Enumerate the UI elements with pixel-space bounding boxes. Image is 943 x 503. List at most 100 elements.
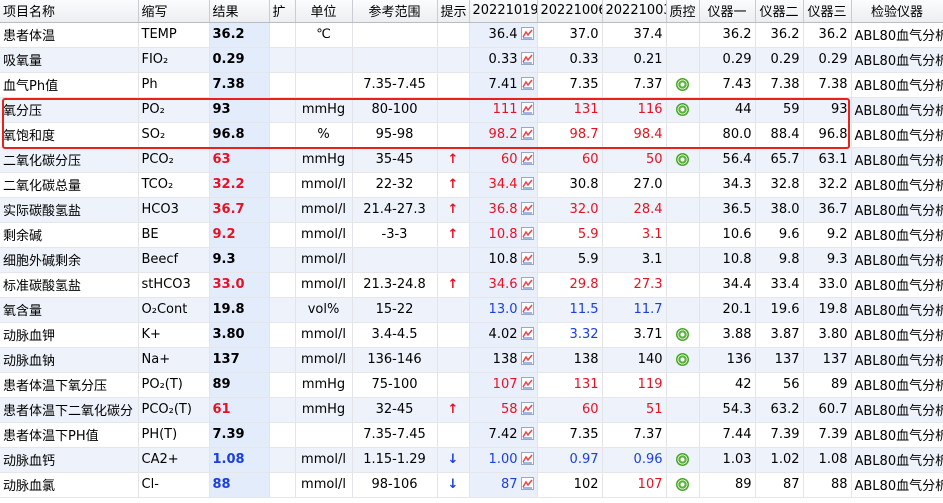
trend-chart-icon[interactable]: [520, 202, 534, 215]
trend-chart-icon[interactable]: [520, 252, 534, 265]
history-20221006-cell: 11.5: [537, 297, 603, 323]
col-header-range[interactable]: 参考范围: [352, 0, 438, 23]
history-value: 34.4: [488, 177, 518, 192]
trend-chart-icon[interactable]: [520, 27, 534, 40]
trend-chart-icon[interactable]: [520, 227, 534, 240]
table-row[interactable]: 动脉血钙 CA2+ 1.08 mmol/l 1.15-1.29 ↓ 1.00 0.97 0.96…: [0, 447, 943, 473]
history-20221003-cell: 51: [602, 397, 667, 423]
qc-target-icon[interactable]: [676, 78, 689, 91]
trend-chart-icon[interactable]: [520, 127, 534, 140]
instrument-cell: ABL80血气分析: [851, 22, 943, 48]
col-header-20221003[interactable]: 20221003: [602, 0, 667, 23]
col-header-result[interactable]: 结果: [209, 0, 270, 23]
table-row[interactable]: 细胞外碱剩余 Beecf 9.3 mmol/l 10.8 5.9 3.1 10.8 9.8 9.3…: [0, 247, 943, 273]
qc-target-icon[interactable]: [676, 478, 689, 491]
trend-chart-icon[interactable]: [520, 277, 534, 290]
unit-cell: %: [295, 122, 353, 148]
table-row[interactable]: 二氧化碳分压 PCO₂ 63 mmHg 35-45 ↑ 60 60 50 56.4 65.7 63.1…: [0, 147, 943, 173]
history-20221006-cell: 7.35: [537, 422, 603, 448]
abbr-cell: HCO3: [138, 197, 210, 223]
table-row[interactable]: 实际碳酸氢盐 HCO3 36.7 mmol/l 21.4-27.3 ↑ 36.8 32.0 28…: [0, 197, 943, 223]
col-header-instrument[interactable]: 检验仪器: [851, 0, 943, 23]
table-row[interactable]: 患者体温下氧分压 PO₂(T) 89 mmHg 75-100 107 131 119 42 56 8…: [0, 372, 943, 398]
result-cell: 36.2: [209, 22, 270, 48]
col-header-device1[interactable]: 仪器一: [699, 0, 756, 23]
device2-cell: 9.8: [755, 247, 804, 273]
result-cell: 1.08: [209, 447, 270, 473]
result-cell: 36.7: [209, 197, 270, 223]
item-name-cell: 氧饱和度: [0, 122, 139, 148]
trend-chart-icon[interactable]: [520, 452, 534, 465]
trend-chart-icon[interactable]: [520, 302, 534, 315]
table-row[interactable]: 二氧化碳总量 TCO₂ 32.2 mmol/l 22-32 ↑ 34.4 30.8 27.0 34…: [0, 172, 943, 198]
table-row[interactable]: 患者体温 TEMP 36.2 ℃ 36.4 37.0 37.4 36.2 36.2 36.2 ABL…: [0, 22, 943, 48]
table-row[interactable]: 吸氧量 FIO₂ 0.29 0.33 0.33 0.21 0.29 0.29 0.29 ABL80…: [0, 47, 943, 73]
table-row[interactable]: 氧饱和度 SO₂ 96.8% 95-98 98.2 98.7 98.4 80.0 88.4 96.…: [0, 122, 943, 148]
trend-chart-icon[interactable]: [520, 377, 534, 390]
col-header-20221019[interactable]: 20221019: [469, 0, 538, 23]
history-20221019-cell: 36.4: [469, 22, 538, 48]
trend-chart-icon[interactable]: [520, 352, 534, 365]
device1-cell: 10.6: [699, 222, 756, 248]
table-row[interactable]: 动脉血氯 Cl- 88 mmol/l 98-106 ↓ 87 102 107 89 87 88 ABL8…: [0, 472, 943, 498]
device2-cell: 19.6: [755, 297, 804, 323]
result-cell: 3.80: [209, 322, 270, 348]
col-header-device2[interactable]: 仪器二: [755, 0, 804, 23]
history-value: 10.8: [488, 227, 518, 242]
table-header-row: 项目名称 缩写 结果 扩 单位 参考范围 提示 20221019 2022100…: [0, 0, 943, 23]
history-value: 87: [500, 477, 518, 492]
col-header-unit[interactable]: 单位: [295, 0, 353, 23]
table-row[interactable]: 剩余碱 BE 9.2 mmol/l -3-3 ↑ 10.8 5.9 3.1 10.6 9.6 9.2 A…: [0, 222, 943, 248]
hint-cell: ↑: [437, 397, 470, 423]
hint-cell: [437, 97, 470, 123]
instrument-cell: ABL80血气分析: [851, 347, 943, 373]
table-row[interactable]: 氧含量 O₂Cont 19.8 vol% 15-22 13.0 11.5 11.7 20.1 19…: [0, 297, 943, 323]
trend-chart-icon[interactable]: [520, 477, 534, 490]
table-row[interactable]: 动脉血钠 Na+ 137 mmol/l 136-146 138 138 140 136 137 13…: [0, 347, 943, 373]
table-row[interactable]: 氧分压 PO₂ 93 mmHg 80-100 111 131 116 44 59 93 ABL80血气…: [0, 97, 943, 123]
trend-chart-icon[interactable]: [520, 177, 534, 190]
history-20221006-cell: 32.0: [537, 197, 603, 223]
trend-chart-icon[interactable]: [520, 52, 534, 65]
table-row[interactable]: 血气Ph值 Ph 7.38 7.35-7.45 7.41 7.35 7.37 7.43 7.38…: [0, 72, 943, 98]
instrument-cell: ABL80血气分析: [851, 247, 943, 273]
arrow-up-icon: ↑: [447, 277, 459, 292]
trend-chart-icon[interactable]: [520, 152, 534, 165]
col-header-qc[interactable]: 质控: [666, 0, 700, 23]
trend-chart-icon[interactable]: [520, 77, 534, 90]
qc-target-icon[interactable]: [676, 103, 689, 116]
instrument-cell: ABL80血气分析: [851, 322, 943, 348]
col-header-abbr[interactable]: 缩写: [138, 0, 210, 23]
hint-cell: [437, 247, 470, 273]
device1-cell: 10.8: [699, 247, 756, 273]
trend-chart-icon[interactable]: [520, 402, 534, 415]
device1-cell: 89: [699, 472, 756, 498]
col-header-hint[interactable]: 提示: [437, 0, 470, 23]
col-header-name[interactable]: 项目名称: [0, 0, 139, 23]
hint-cell: [437, 297, 470, 323]
table-row[interactable]: 标准碳酸氢盐 stHCO3 33.0 mmol/l 21.3-24.8 ↑ 34.6 29.8…: [0, 272, 943, 298]
table-row[interactable]: 动脉血钾 K+ 3.80 mmol/l 3.4-4.5 4.02 3.32 3.71 3.88 3…: [0, 322, 943, 348]
unit-cell: mmHg: [295, 372, 353, 398]
history-20221003-cell: 107: [602, 472, 667, 498]
qc-target-icon[interactable]: [676, 328, 689, 341]
range-cell: [352, 47, 438, 73]
unit-cell: [295, 47, 353, 73]
table-row[interactable]: 患者体温下PH值 PH(T) 7.39 7.35-7.45 7.42 7.35 7.37 7.…: [0, 422, 943, 448]
qc-target-icon[interactable]: [676, 453, 689, 466]
ext-cell: [269, 397, 296, 423]
qc-target-icon[interactable]: [676, 353, 689, 366]
trend-chart-icon[interactable]: [520, 102, 534, 115]
col-header-20221006[interactable]: 20221006: [537, 0, 603, 23]
trend-chart-icon[interactable]: [520, 327, 534, 340]
qc-target-icon[interactable]: [676, 153, 689, 166]
ext-cell: [269, 297, 296, 323]
device3-cell: 36.2: [803, 22, 852, 48]
trend-chart-icon[interactable]: [520, 427, 534, 440]
result-cell: 19.8: [209, 297, 270, 323]
col-header-ext[interactable]: 扩: [269, 0, 296, 23]
history-20221003-cell: 7.37: [602, 72, 667, 98]
table-row[interactable]: 患者体温下二氧化碳分 PCO₂(T) 61 mmHg 32-45 ↑ 58 60 51 54.3 6…: [0, 397, 943, 423]
unit-cell: mmol/l: [295, 247, 353, 273]
col-header-device3[interactable]: 仪器三: [803, 0, 852, 23]
